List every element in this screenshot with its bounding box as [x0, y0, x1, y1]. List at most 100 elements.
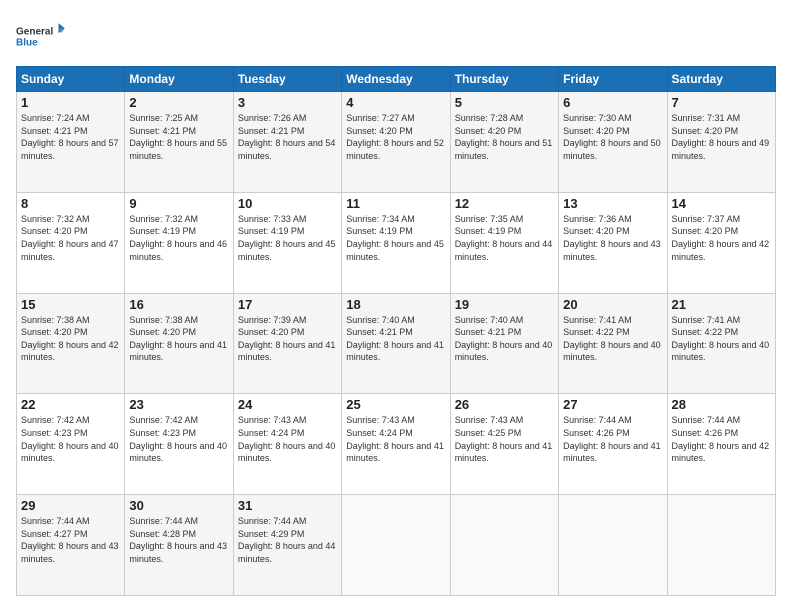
- day-number: 31: [238, 498, 337, 513]
- calendar-cell: 22 Sunrise: 7:42 AMSunset: 4:23 PMDaylig…: [17, 394, 125, 495]
- calendar-cell: 15 Sunrise: 7:38 AMSunset: 4:20 PMDaylig…: [17, 293, 125, 394]
- day-number: 23: [129, 397, 228, 412]
- calendar-cell: 26 Sunrise: 7:43 AMSunset: 4:25 PMDaylig…: [450, 394, 558, 495]
- day-info: Sunrise: 7:30 AMSunset: 4:20 PMDaylight:…: [563, 113, 661, 161]
- day-info: Sunrise: 7:38 AMSunset: 4:20 PMDaylight:…: [129, 315, 227, 363]
- day-number: 20: [563, 297, 662, 312]
- weekday-header-wednesday: Wednesday: [342, 67, 450, 92]
- calendar-cell: 3 Sunrise: 7:26 AMSunset: 4:21 PMDayligh…: [233, 92, 341, 193]
- day-number: 6: [563, 95, 662, 110]
- day-info: Sunrise: 7:38 AMSunset: 4:20 PMDaylight:…: [21, 315, 119, 363]
- day-info: Sunrise: 7:35 AMSunset: 4:19 PMDaylight:…: [455, 214, 553, 262]
- day-number: 11: [346, 196, 445, 211]
- day-number: 10: [238, 196, 337, 211]
- day-info: Sunrise: 7:41 AMSunset: 4:22 PMDaylight:…: [563, 315, 661, 363]
- day-number: 29: [21, 498, 120, 513]
- day-info: Sunrise: 7:42 AMSunset: 4:23 PMDaylight:…: [129, 415, 227, 463]
- day-info: Sunrise: 7:44 AMSunset: 4:26 PMDaylight:…: [563, 415, 661, 463]
- day-info: Sunrise: 7:34 AMSunset: 4:19 PMDaylight:…: [346, 214, 444, 262]
- day-number: 8: [21, 196, 120, 211]
- day-number: 26: [455, 397, 554, 412]
- day-info: Sunrise: 7:44 AMSunset: 4:28 PMDaylight:…: [129, 516, 227, 564]
- calendar-cell: [559, 495, 667, 596]
- day-number: 4: [346, 95, 445, 110]
- day-info: Sunrise: 7:44 AMSunset: 4:27 PMDaylight:…: [21, 516, 119, 564]
- calendar-cell: 25 Sunrise: 7:43 AMSunset: 4:24 PMDaylig…: [342, 394, 450, 495]
- calendar-cell: 6 Sunrise: 7:30 AMSunset: 4:20 PMDayligh…: [559, 92, 667, 193]
- calendar-cell: 19 Sunrise: 7:40 AMSunset: 4:21 PMDaylig…: [450, 293, 558, 394]
- calendar-cell: 30 Sunrise: 7:44 AMSunset: 4:28 PMDaylig…: [125, 495, 233, 596]
- day-number: 13: [563, 196, 662, 211]
- weekday-header-thursday: Thursday: [450, 67, 558, 92]
- day-info: Sunrise: 7:44 AMSunset: 4:29 PMDaylight:…: [238, 516, 336, 564]
- day-info: Sunrise: 7:36 AMSunset: 4:20 PMDaylight:…: [563, 214, 661, 262]
- logo-svg: General Blue: [16, 16, 66, 56]
- day-info: Sunrise: 7:40 AMSunset: 4:21 PMDaylight:…: [346, 315, 444, 363]
- day-number: 15: [21, 297, 120, 312]
- calendar-cell: 9 Sunrise: 7:32 AMSunset: 4:19 PMDayligh…: [125, 192, 233, 293]
- day-number: 24: [238, 397, 337, 412]
- day-number: 25: [346, 397, 445, 412]
- calendar-cell: 7 Sunrise: 7:31 AMSunset: 4:20 PMDayligh…: [667, 92, 775, 193]
- calendar-cell: 11 Sunrise: 7:34 AMSunset: 4:19 PMDaylig…: [342, 192, 450, 293]
- day-number: 14: [672, 196, 771, 211]
- day-number: 1: [21, 95, 120, 110]
- day-info: Sunrise: 7:40 AMSunset: 4:21 PMDaylight:…: [455, 315, 553, 363]
- day-info: Sunrise: 7:25 AMSunset: 4:21 PMDaylight:…: [129, 113, 227, 161]
- weekday-header-sunday: Sunday: [17, 67, 125, 92]
- calendar-cell: 14 Sunrise: 7:37 AMSunset: 4:20 PMDaylig…: [667, 192, 775, 293]
- day-number: 28: [672, 397, 771, 412]
- calendar-cell: 27 Sunrise: 7:44 AMSunset: 4:26 PMDaylig…: [559, 394, 667, 495]
- day-info: Sunrise: 7:32 AMSunset: 4:20 PMDaylight:…: [21, 214, 119, 262]
- calendar-cell: 24 Sunrise: 7:43 AMSunset: 4:24 PMDaylig…: [233, 394, 341, 495]
- calendar-cell: 8 Sunrise: 7:32 AMSunset: 4:20 PMDayligh…: [17, 192, 125, 293]
- day-number: 17: [238, 297, 337, 312]
- day-info: Sunrise: 7:24 AMSunset: 4:21 PMDaylight:…: [21, 113, 119, 161]
- day-number: 21: [672, 297, 771, 312]
- svg-text:Blue: Blue: [16, 38, 38, 49]
- weekday-header-tuesday: Tuesday: [233, 67, 341, 92]
- day-info: Sunrise: 7:28 AMSunset: 4:20 PMDaylight:…: [455, 113, 553, 161]
- calendar-cell: 5 Sunrise: 7:28 AMSunset: 4:20 PMDayligh…: [450, 92, 558, 193]
- day-info: Sunrise: 7:32 AMSunset: 4:19 PMDaylight:…: [129, 214, 227, 262]
- day-number: 22: [21, 397, 120, 412]
- day-info: Sunrise: 7:43 AMSunset: 4:24 PMDaylight:…: [238, 415, 336, 463]
- calendar-table: SundayMondayTuesdayWednesdayThursdayFrid…: [16, 66, 776, 596]
- day-info: Sunrise: 7:42 AMSunset: 4:23 PMDaylight:…: [21, 415, 119, 463]
- day-number: 7: [672, 95, 771, 110]
- day-info: Sunrise: 7:39 AMSunset: 4:20 PMDaylight:…: [238, 315, 336, 363]
- day-info: Sunrise: 7:31 AMSunset: 4:20 PMDaylight:…: [672, 113, 770, 161]
- calendar-cell: 17 Sunrise: 7:39 AMSunset: 4:20 PMDaylig…: [233, 293, 341, 394]
- day-info: Sunrise: 7:37 AMSunset: 4:20 PMDaylight:…: [672, 214, 770, 262]
- calendar-cell: 13 Sunrise: 7:36 AMSunset: 4:20 PMDaylig…: [559, 192, 667, 293]
- day-info: Sunrise: 7:33 AMSunset: 4:19 PMDaylight:…: [238, 214, 336, 262]
- calendar-cell: 16 Sunrise: 7:38 AMSunset: 4:20 PMDaylig…: [125, 293, 233, 394]
- calendar-cell: 28 Sunrise: 7:44 AMSunset: 4:26 PMDaylig…: [667, 394, 775, 495]
- weekday-header-saturday: Saturday: [667, 67, 775, 92]
- day-info: Sunrise: 7:27 AMSunset: 4:20 PMDaylight:…: [346, 113, 444, 161]
- calendar-cell: [342, 495, 450, 596]
- calendar-cell: 4 Sunrise: 7:27 AMSunset: 4:20 PMDayligh…: [342, 92, 450, 193]
- calendar-cell: 31 Sunrise: 7:44 AMSunset: 4:29 PMDaylig…: [233, 495, 341, 596]
- calendar-cell: 2 Sunrise: 7:25 AMSunset: 4:21 PMDayligh…: [125, 92, 233, 193]
- day-number: 2: [129, 95, 228, 110]
- day-info: Sunrise: 7:43 AMSunset: 4:24 PMDaylight:…: [346, 415, 444, 463]
- day-info: Sunrise: 7:44 AMSunset: 4:26 PMDaylight:…: [672, 415, 770, 463]
- calendar-cell: [450, 495, 558, 596]
- day-number: 30: [129, 498, 228, 513]
- logo: General Blue: [16, 16, 66, 56]
- day-number: 9: [129, 196, 228, 211]
- day-number: 19: [455, 297, 554, 312]
- header: General Blue: [16, 16, 776, 56]
- calendar-cell: 29 Sunrise: 7:44 AMSunset: 4:27 PMDaylig…: [17, 495, 125, 596]
- calendar-cell: 10 Sunrise: 7:33 AMSunset: 4:19 PMDaylig…: [233, 192, 341, 293]
- day-number: 16: [129, 297, 228, 312]
- calendar-cell: [667, 495, 775, 596]
- calendar-cell: 12 Sunrise: 7:35 AMSunset: 4:19 PMDaylig…: [450, 192, 558, 293]
- calendar-cell: 23 Sunrise: 7:42 AMSunset: 4:23 PMDaylig…: [125, 394, 233, 495]
- page: General Blue SundayMondayTuesdayWednesda…: [0, 0, 792, 612]
- calendar-cell: 18 Sunrise: 7:40 AMSunset: 4:21 PMDaylig…: [342, 293, 450, 394]
- day-number: 5: [455, 95, 554, 110]
- day-number: 12: [455, 196, 554, 211]
- day-number: 27: [563, 397, 662, 412]
